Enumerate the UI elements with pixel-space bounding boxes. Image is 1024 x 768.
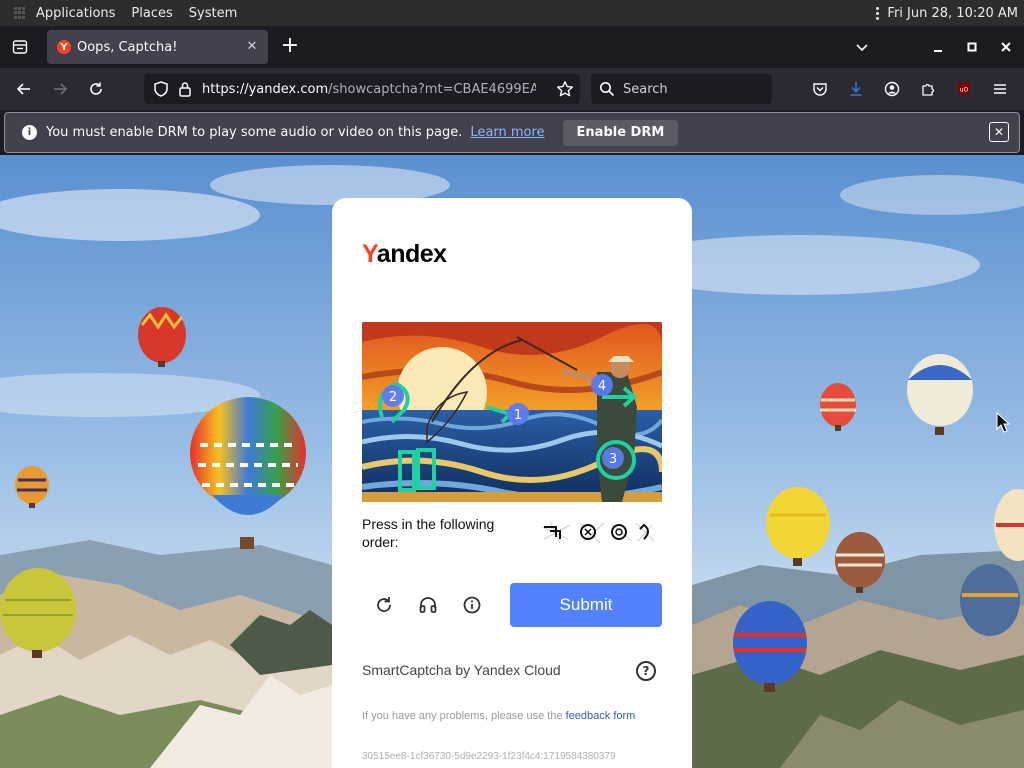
back-icon[interactable] [13,78,35,100]
search-icon [600,82,615,97]
notification-close-icon[interactable]: ✕ [989,122,1009,142]
extensions-icon[interactable] [917,78,939,100]
drm-message: You must enable DRM to play some audio o… [46,125,463,140]
tab-strip: Y Oops, Captcha! ✕ + [0,26,1024,68]
downloads-icon[interactable] [845,78,867,100]
captcha-marker-1[interactable]: 1 [507,403,529,425]
firefox-view-icon[interactable] [0,26,40,68]
search-bar[interactable]: Search [591,74,772,104]
audio-captcha-icon[interactable] [415,592,441,618]
captcha-order-hint-image [540,519,656,545]
mouse-cursor-icon [996,412,1010,433]
account-icon[interactable] [881,78,903,100]
lock-icon[interactable] [178,81,192,97]
learn-more-link[interactable]: Learn more [470,125,544,140]
pocket-icon[interactable] [809,78,831,100]
panel-kebab-icon[interactable] [876,6,880,20]
search-placeholder: Search [623,81,668,97]
new-tab-button[interactable]: + [280,35,300,58]
list-all-tabs-icon[interactable] [854,39,874,55]
reload-icon[interactable] [85,78,107,100]
feedback-form-link[interactable]: feedback form [566,710,636,722]
ublock-origin-icon[interactable]: uO [953,78,975,100]
panel-menu: Applications Places System [0,6,237,21]
yandex-logo: Yandex [362,240,447,268]
problems-text: If you have any problems, please use the… [362,710,636,722]
captcha-marker-4[interactable]: 4 [591,374,613,396]
web-page: Yandex 1 2 3 4 Press in the following or… [0,155,1024,768]
panel-right: Fri Jun 28, 10:20 AM [876,6,1018,21]
tracking-shield-icon[interactable] [152,80,170,98]
captcha-image[interactable]: 1 2 3 4 [362,322,662,502]
refresh-captcha-icon[interactable] [371,592,397,618]
tab-close-icon[interactable]: ✕ [244,39,260,55]
info-icon: i [22,125,37,140]
bookmark-star-icon[interactable] [556,80,574,98]
tab-title: Oops, Captcha! [77,39,178,55]
captcha-prompt: Press in the following order: [362,516,495,550]
svg-text:4: 4 [598,379,606,394]
captcha-marker-3[interactable]: 3 [602,447,624,469]
menu-hamburger-icon[interactable] [989,78,1011,100]
captcha-marker-2[interactable]: 2 [382,385,404,407]
drm-notification-bar: i You must enable DRM to play some audio… [4,112,1020,153]
top-panel: Applications Places System Fri Jun 28, 1… [0,0,1024,26]
svg-text:1: 1 [514,408,522,423]
url-text: https://yandex.com/showcaptcha?mt=CBAE46… [202,81,536,97]
url-bar[interactable]: https://yandex.com/showcaptcha?mt=CBAE46… [144,74,580,104]
svg-text:2: 2 [389,390,397,405]
maximize-icon[interactable] [964,39,980,55]
applications-menu[interactable]: Applications [36,6,115,21]
enable-drm-button[interactable]: Enable DRM [562,119,679,146]
smartcaptcha-brand: SmartCaptcha by Yandex Cloud [362,662,561,678]
submit-button[interactable]: Submit [510,583,662,627]
tab-active[interactable]: Y Oops, Captcha! ✕ [47,30,268,64]
svg-text:uO: uO [960,87,969,94]
yandex-favicon-icon: Y [57,40,71,54]
panel-clock[interactable]: Fri Jun 28, 10:20 AM [887,6,1018,21]
apps-grid-icon [14,7,26,19]
places-menu[interactable]: Places [131,6,172,21]
captcha-card: Yandex 1 2 3 4 Press in the following or… [332,198,692,768]
help-question-icon[interactable]: ? [636,661,656,681]
request-id: 30515ee8-1cf36730-5d9e2293-1f23f4c4:1719… [362,751,616,762]
forward-icon[interactable] [49,78,71,100]
svg-text:3: 3 [609,452,617,467]
captcha-info-icon[interactable] [459,592,485,618]
close-window-icon[interactable] [998,39,1014,55]
nav-bar: https://yandex.com/showcaptcha?mt=CBAE46… [0,68,1024,110]
system-menu[interactable]: System [189,6,237,21]
minimize-icon[interactable] [930,39,946,55]
